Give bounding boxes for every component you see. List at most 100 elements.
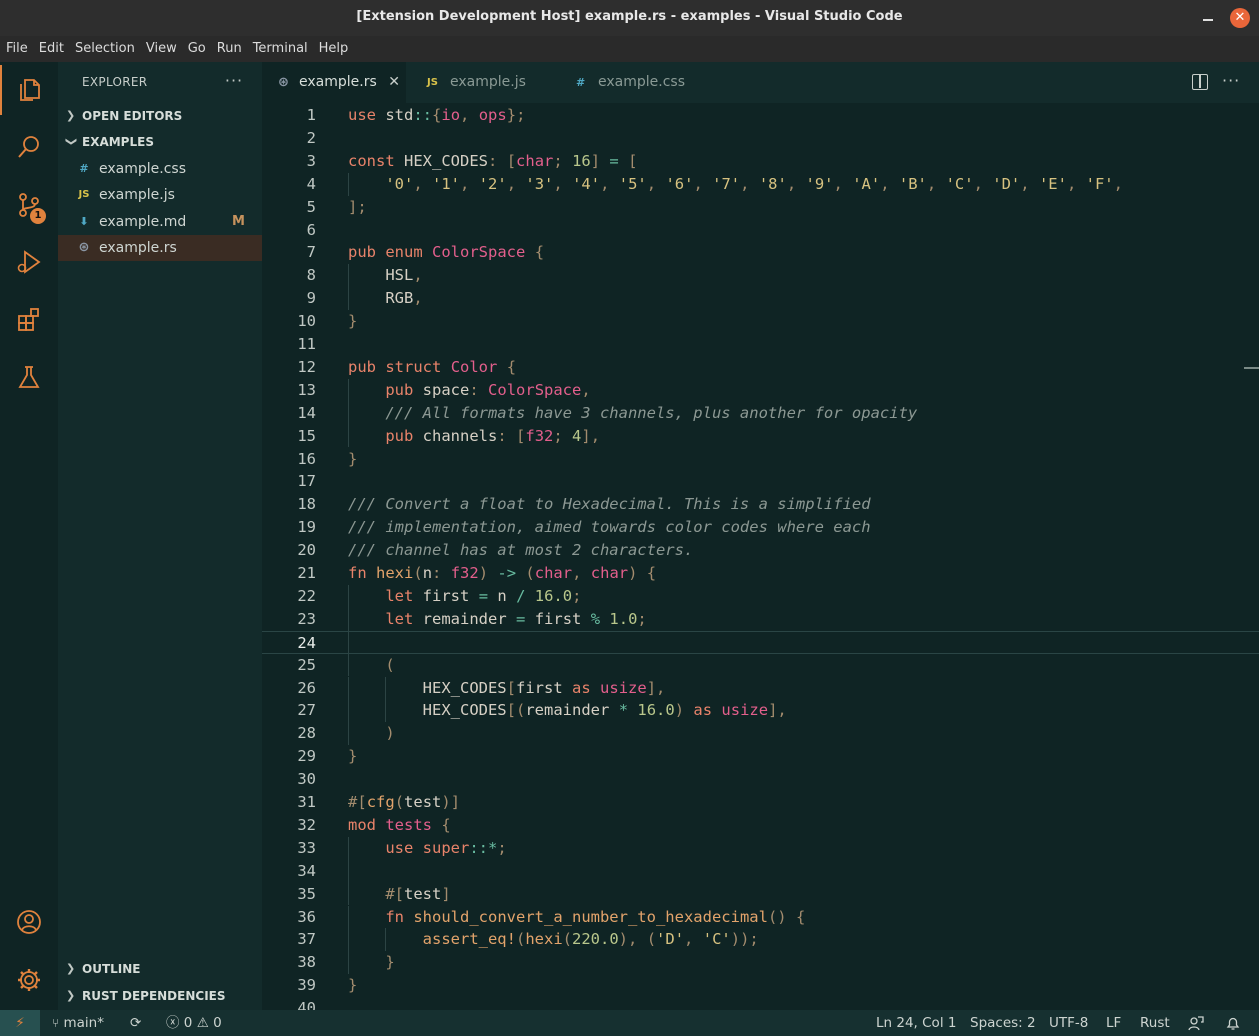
code-line[interactable]: 8 HSL, xyxy=(262,264,1259,287)
feedback-icon[interactable] xyxy=(1188,1010,1204,1036)
editor-tab-bar: ⊛ example.rs ✕ JS example.js # example.c… xyxy=(262,62,1259,103)
chevron-right-icon: ❯ xyxy=(66,962,76,975)
menu-selection[interactable]: Selection xyxy=(69,36,140,62)
line-code: pub space: ColorSpace, xyxy=(385,380,591,399)
close-tab-icon[interactable]: ✕ xyxy=(388,62,400,103)
code-line[interactable]: 14 /// All formats have 3 channels, plus… xyxy=(262,402,1259,425)
code-line[interactable]: 4 '0', '1', '2', '3', '4', '5', '6', '7'… xyxy=(262,173,1259,196)
line-code: let remainder = first % 1.0; xyxy=(385,609,647,628)
code-line[interactable]: 19 /// implementation, aimed towards colo… xyxy=(262,516,1259,539)
menu-terminal[interactable]: Terminal xyxy=(247,36,313,62)
minimize-button[interactable] xyxy=(1201,8,1215,26)
more-actions-icon[interactable]: ··· xyxy=(1222,71,1240,90)
close-button[interactable]: ✕ xyxy=(1230,8,1250,28)
file-example-md[interactable]: ⬇ example.md M xyxy=(58,209,262,235)
code-line[interactable]: 36 fn should_convert_a_number_to_hexadec… xyxy=(262,906,1259,929)
code-line[interactable]: 6 xyxy=(262,219,1259,242)
code-line[interactable]: 22 let first = n / 16.0; xyxy=(262,585,1259,608)
file-example-css[interactable]: # example.css xyxy=(58,156,262,182)
tab-example-rs[interactable]: ⊛ example.rs ✕ xyxy=(262,62,406,103)
run-debug-icon[interactable] xyxy=(0,237,58,287)
encoding[interactable]: UTF-8 xyxy=(1049,1010,1088,1036)
code-line[interactable]: 35 #[test] xyxy=(262,883,1259,906)
menu-view[interactable]: View xyxy=(140,36,182,62)
line-number: 21 xyxy=(297,564,316,582)
modified-badge: M xyxy=(232,214,245,229)
account-icon[interactable] xyxy=(0,897,58,947)
code-line[interactable]: 5]; xyxy=(262,196,1259,219)
file-example-js[interactable]: JS example.js xyxy=(58,182,262,208)
code-line[interactable]: 29} xyxy=(262,745,1259,768)
code-editor[interactable]: 1 use std::{io, ops}; 2 3 const HEX_CODES: [… xyxy=(262,103,1259,1010)
code-line[interactable]: 21 fn hexi(n: f32) -> (char, char) { xyxy=(262,562,1259,585)
extensions-icon[interactable] xyxy=(0,295,58,345)
code-line[interactable]: 32 mod tests { xyxy=(262,814,1259,837)
line-number: 32 xyxy=(297,815,316,834)
code-line[interactable]: 11 xyxy=(262,333,1259,356)
code-line[interactable]: 20 /// channel has at most 2 characters. xyxy=(262,539,1259,562)
code-line[interactable]: 12 pub struct Color { xyxy=(262,356,1259,379)
line-number: 6 xyxy=(306,220,316,239)
line-number: 38 xyxy=(297,953,316,972)
open-editors-section[interactable]: ❯ OPEN EDITORS xyxy=(58,104,262,128)
code-line[interactable]: 34 xyxy=(262,860,1259,883)
testing-icon[interactable] xyxy=(0,352,58,402)
code-line[interactable]: 16} xyxy=(262,448,1259,471)
code-line[interactable]: 17 xyxy=(262,470,1259,493)
rust-dependencies-section[interactable]: ❯ RUST DEPENDENCIES xyxy=(58,984,262,1008)
line-code: ( xyxy=(385,655,395,674)
line-number: 7 xyxy=(306,243,316,262)
examples-folder-section[interactable]: ❯ EXAMPLES xyxy=(58,130,262,154)
code-line[interactable]: 30 xyxy=(262,768,1259,791)
problems-indicator[interactable]: ⓧ 0 ⚠ 0 xyxy=(166,1010,222,1036)
code-line[interactable]: 1 use std::{io, ops}; xyxy=(262,104,1259,127)
code-line[interactable]: 27 HEX_CODES[(remainder * 16.0) as usize… xyxy=(262,699,1259,722)
code-line[interactable]: 2 xyxy=(262,127,1259,150)
end-of-line[interactable]: LF xyxy=(1106,1010,1121,1036)
search-icon[interactable] xyxy=(0,122,58,172)
menu-edit[interactable]: Edit xyxy=(33,36,69,62)
code-line[interactable]: 23 let remainder = first % 1.0; xyxy=(262,608,1259,631)
tab-example-js[interactable]: JS example.js xyxy=(411,62,559,103)
code-line[interactable]: 31 #[cfg(test)] xyxy=(262,791,1259,814)
code-line[interactable]: 33 use super::*; xyxy=(262,837,1259,860)
remote-indicator-icon[interactable]: ⚡ xyxy=(0,1010,40,1036)
source-control-icon[interactable]: 1 xyxy=(0,180,58,230)
code-line[interactable]: 38 } xyxy=(262,951,1259,974)
code-line[interactable]: 37 assert_eq!(hexi(220.0), ('D', 'C')); xyxy=(262,928,1259,951)
code-line[interactable]: 10} xyxy=(262,310,1259,333)
branch-name: main* xyxy=(63,1015,104,1031)
code-line[interactable]: 18 /// Convert a float to Hexadecimal. Th… xyxy=(262,493,1259,516)
code-line[interactable]: 28 ) xyxy=(262,722,1259,745)
code-line[interactable]: 9 RGB, xyxy=(262,287,1259,310)
sync-icon[interactable]: ⟳ xyxy=(130,1010,141,1036)
menu-run[interactable]: Run xyxy=(211,36,247,62)
notifications-bell-icon[interactable] xyxy=(1225,1010,1241,1036)
menu-file[interactable]: File xyxy=(0,36,33,62)
menu-help[interactable]: Help xyxy=(313,36,354,62)
outline-section[interactable]: ❯ OUTLINE xyxy=(58,957,262,981)
more-actions-icon[interactable]: ··· xyxy=(224,72,244,92)
indentation[interactable]: Spaces: 2 xyxy=(970,1010,1036,1036)
code-line[interactable]: 25 ( xyxy=(262,654,1259,677)
code-line[interactable]: 3 const HEX_CODES: [char; 16] = [ xyxy=(262,150,1259,173)
code-line[interactable]: 24 xyxy=(262,630,1259,654)
menu-go[interactable]: Go xyxy=(182,36,211,62)
split-editor-icon[interactable] xyxy=(1192,74,1208,90)
settings-gear-icon[interactable] xyxy=(0,955,58,1005)
code-line[interactable]: 40 xyxy=(262,997,1259,1010)
line-code: /// All formats have 3 channels, plus an… xyxy=(385,403,918,422)
branch-indicator[interactable]: ⑂ main* xyxy=(52,1010,104,1036)
cursor-position[interactable]: Ln 24, Col 1 xyxy=(876,1010,956,1036)
code-line[interactable]: 26 HEX_CODES[first as usize], xyxy=(262,677,1259,700)
code-line[interactable]: 15 pub channels: [f32; 4], xyxy=(262,425,1259,448)
code-line[interactable]: 13 pub space: ColorSpace, xyxy=(262,379,1259,402)
explorer-icon[interactable] xyxy=(0,65,58,115)
file-example-rs[interactable]: ⊛ example.rs xyxy=(58,235,262,261)
tab-example-css[interactable]: # example.css xyxy=(560,62,718,103)
scrollbar-marker[interactable] xyxy=(1244,367,1259,369)
code-line[interactable]: 39} xyxy=(262,974,1259,997)
language-mode[interactable]: Rust xyxy=(1140,1010,1170,1036)
line-code: #[test] xyxy=(385,884,451,903)
code-line[interactable]: 7 pub enum ColorSpace { xyxy=(262,241,1259,264)
